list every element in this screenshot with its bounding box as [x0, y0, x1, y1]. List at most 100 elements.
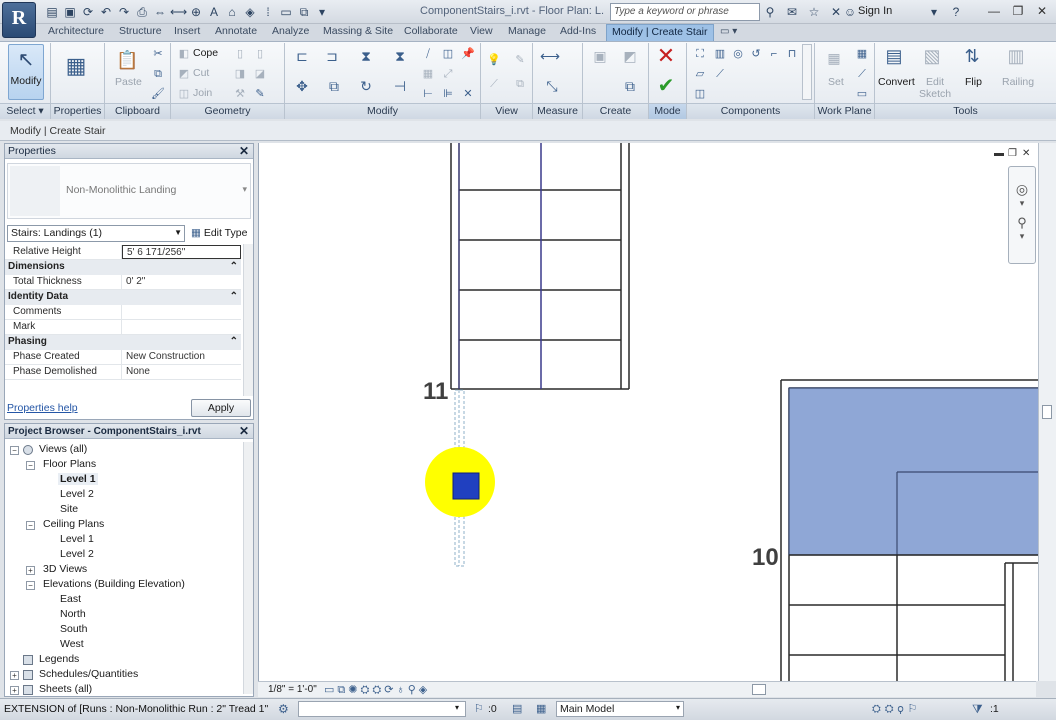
create-assembly-icon[interactable]: ▣ [590, 46, 610, 66]
apply-button[interactable]: Apply [191, 399, 251, 417]
collapse-toggle-icon[interactable]: − [10, 446, 19, 455]
cut-clipboard-icon[interactable]: ✂ [150, 46, 166, 62]
l-winder-icon[interactable]: ⌐ [766, 46, 782, 62]
expand-toggle-icon[interactable]: + [10, 671, 19, 680]
switch-windows-icon[interactable]: ⧉ [296, 4, 312, 20]
close-icon[interactable]: ✕ [239, 424, 249, 438]
design-option-select[interactable]: Main Model [556, 701, 684, 717]
expand-toggle-icon[interactable]: + [10, 686, 19, 695]
tab-modify-create-stair[interactable]: Modify | Create Stair [606, 24, 714, 41]
collapse-toggle-icon[interactable]: − [26, 521, 35, 530]
copy-clipboard-icon[interactable]: ⧉ [150, 66, 166, 82]
flip-icon[interactable]: ⇅ [962, 46, 982, 66]
properties-scrollbar[interactable] [243, 244, 253, 396]
text-icon[interactable]: A [206, 4, 222, 20]
set-work-plane-icon[interactable]: ▦ [824, 48, 844, 68]
copy-icon[interactable]: ⧉ [324, 76, 344, 96]
tree-north[interactable]: North [60, 608, 86, 620]
hide-icon[interactable]: 💡 [486, 52, 502, 68]
modify-button[interactable]: ↖ Modify [8, 44, 44, 100]
join-icon[interactable]: ◫ [176, 86, 192, 102]
tree-ceiling-level-1[interactable]: Level 1 [60, 533, 94, 545]
chevron-down-icon[interactable]: ▾ [242, 184, 247, 195]
straight-run-icon[interactable]: ▥ [712, 46, 728, 62]
measure-distance-icon[interactable]: ⟷ [540, 46, 560, 66]
collapse-icon[interactable]: ⌃ [230, 260, 238, 274]
tab-analyze[interactable]: Analyze [272, 25, 309, 40]
tag-icon[interactable]: ⊕ [188, 4, 204, 20]
tree-ceiling-plans[interactable]: Ceiling Plans [43, 518, 104, 530]
create-group-icon[interactable]: ⧉ [620, 76, 640, 96]
sign-in-button[interactable]: Sign In [858, 5, 892, 17]
communication-icon[interactable]: ☆ [806, 4, 822, 20]
phase-created-field[interactable]: New Construction [122, 350, 241, 364]
u-winder-icon[interactable]: ⊓ [784, 46, 800, 62]
application-menu-button[interactable]: R [2, 2, 36, 38]
move-icon[interactable]: ✥ [292, 76, 312, 96]
vertical-scrollbar[interactable] [1038, 143, 1056, 681]
cut-geometry-icon[interactable]: ◩ [176, 66, 192, 82]
tab-structure[interactable]: Structure [119, 25, 162, 40]
minimize-icon[interactable]: — [982, 2, 1006, 21]
collapse-toggle-icon[interactable]: − [26, 581, 35, 590]
flip-label[interactable]: Flip [965, 76, 982, 88]
array-icon[interactable]: ▦ [420, 66, 436, 82]
pick-edges-icon[interactable]: ◫ [692, 86, 708, 102]
view-minimize-icon[interactable]: ▬ [994, 148, 1004, 159]
linework-icon[interactable]: ⟋ [486, 76, 502, 92]
convert-icon[interactable]: ▤ [884, 46, 904, 66]
tree-3d-views[interactable]: 3D Views [43, 563, 87, 575]
property-value[interactable]: 0' 2" [122, 275, 241, 289]
tab-manage[interactable]: Manage [508, 25, 546, 40]
editing-requests-icon[interactable]: ⚐ [474, 702, 484, 715]
scale-icon[interactable]: ⤢ [440, 66, 456, 82]
split-icon[interactable]: ⧸ [420, 46, 436, 62]
expand-toggle-icon[interactable]: + [26, 566, 35, 575]
trim-single-icon[interactable]: ⊢ [420, 86, 436, 102]
view-close-icon[interactable]: ✕ [1022, 148, 1030, 159]
thin-lines-icon[interactable]: ⁞ [260, 4, 276, 20]
ref-plane-icon[interactable]: ⟋ [854, 66, 870, 82]
wall-joins-icon[interactable]: ▯ [232, 46, 248, 62]
edit-sketch-icon[interactable]: ▧ [922, 46, 942, 66]
customize-qat-icon[interactable]: ▾ [314, 4, 330, 20]
tree-sheets[interactable]: Sheets (all) [39, 683, 92, 695]
vertical-scroll-thumb[interactable] [1042, 405, 1052, 419]
zoom-icon[interactable]: ⚲ [1009, 215, 1035, 231]
tree-ceiling-level-2[interactable]: Level 2 [60, 548, 94, 560]
dimension-icon[interactable]: ⟷ [170, 4, 187, 20]
finish-edit-icon[interactable]: ✔ [656, 76, 676, 96]
exclude-options-icon[interactable]: ▦ [536, 702, 546, 715]
undo-icon[interactable]: ↶ [98, 4, 114, 20]
mirror-line-icon[interactable]: ⧗ [390, 46, 410, 66]
tree-floor-plans[interactable]: Floor Plans [43, 458, 96, 470]
horizontal-scrollbar[interactable] [480, 681, 1036, 697]
property-group-header[interactable]: Identity Data ⌃ [5, 290, 241, 305]
print-icon[interactable]: ⎙ [134, 4, 150, 20]
delete-icon[interactable]: ✕ [460, 86, 476, 102]
sign-in-dropdown-icon[interactable]: ▾ [926, 4, 942, 20]
edit-type-button[interactable]: ▦ Edit Type [191, 227, 247, 239]
binoculars-icon[interactable]: ⚲ [762, 4, 778, 20]
remove-paint-icon[interactable]: ◪ [252, 66, 268, 82]
tree-south[interactable]: South [60, 623, 87, 635]
trim-multiple-icon[interactable]: ⊫ [440, 86, 456, 102]
section-icon[interactable]: ◈ [242, 4, 258, 20]
property-group-header[interactable]: Phasing ⌃ [5, 335, 241, 350]
property-group-header[interactable]: Dimensions ⌃ [5, 260, 241, 275]
comments-field[interactable] [122, 305, 241, 319]
override-icon[interactable]: ✎ [512, 52, 528, 68]
center-spiral-icon[interactable]: ↺ [748, 46, 764, 62]
cope-icon[interactable]: ◧ [176, 46, 192, 62]
landing-icon[interactable]: ▱ [692, 66, 708, 82]
collapse-icon[interactable]: ⌃ [230, 335, 238, 349]
tree-schedules[interactable]: Schedules/Quantities [39, 668, 138, 680]
view-restore-icon[interactable]: ❐ [1008, 148, 1017, 159]
join-label[interactable]: Join [193, 87, 212, 99]
worksets-icon[interactable]: ⚙ [278, 702, 289, 716]
tab-annotate[interactable]: Annotate [215, 25, 257, 40]
close-hidden-icon[interactable]: ▭ [278, 4, 294, 20]
measure-icon[interactable]: ⇔ [152, 4, 168, 20]
browser-scrollbar[interactable] [243, 442, 253, 694]
show-work-plane-icon[interactable]: ▦ [854, 46, 870, 62]
